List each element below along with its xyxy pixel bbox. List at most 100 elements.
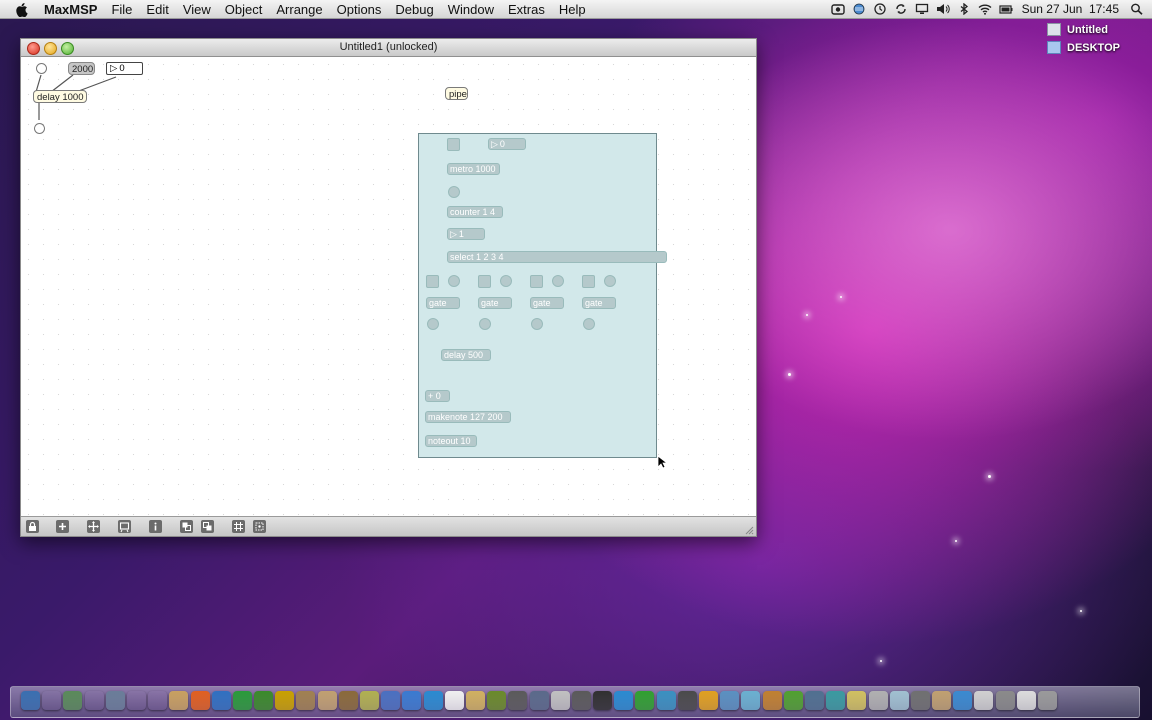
desktop-item-untitled[interactable]: Untitled	[1047, 23, 1108, 36]
delay-object[interactable]: delay 1000	[33, 90, 87, 103]
pipe-object[interactable]: pipe	[445, 87, 468, 100]
menu-arrange[interactable]: Arrange	[276, 2, 322, 17]
sync-icon[interactable]	[894, 3, 908, 15]
menu-extras[interactable]: Extras	[508, 2, 545, 17]
dock-app-icon[interactable]	[1038, 691, 1057, 710]
subpatch-panel[interactable]: ▷ 0 metro 1000 counter 1 4 ▷ 1 select 1 2 …	[418, 133, 667, 458]
toggle-button-top[interactable]	[36, 63, 47, 74]
delay-object-sub[interactable]: delay 500	[441, 349, 491, 361]
dock-app-icon[interactable]	[105, 691, 125, 710]
menu-help[interactable]: Help	[559, 2, 586, 17]
dock-app-icon[interactable]	[190, 691, 210, 710]
number-box-zero[interactable]: ▷ 0	[106, 62, 143, 75]
dock-app-icon[interactable]	[953, 691, 973, 710]
dock-app-icon[interactable]	[317, 691, 337, 710]
number-box-interval[interactable]: ▷ 0	[488, 138, 526, 150]
dock-app-icon[interactable]	[211, 691, 231, 710]
metro-object[interactable]: metro 1000	[447, 163, 500, 175]
dock-app-icon[interactable]	[593, 691, 613, 710]
number-box-2000[interactable]: 2000	[68, 62, 95, 75]
dock-app-icon[interactable]	[338, 691, 358, 710]
gate-object-1[interactable]: gate	[426, 297, 460, 309]
lock-icon[interactable]	[26, 520, 39, 533]
dock-app-icon[interactable]	[932, 691, 952, 710]
noteout-object[interactable]: noteout 10	[425, 435, 477, 447]
dock-app-icon[interactable]	[720, 691, 740, 710]
video-icon[interactable]	[830, 3, 845, 15]
bang-metro[interactable]	[448, 186, 460, 198]
minimize-window-button[interactable]	[44, 42, 57, 55]
bluetooth-icon[interactable]	[957, 2, 971, 16]
apple-icon[interactable]	[14, 1, 30, 17]
toggle-gate-3[interactable]	[530, 275, 543, 288]
bang-gate-2[interactable]	[500, 275, 512, 287]
dock-app-icon[interactable]	[127, 691, 146, 710]
dock-app-icon[interactable]	[571, 691, 591, 710]
dock-app-icon[interactable]	[63, 691, 83, 710]
dock-app-icon[interactable]	[550, 691, 570, 710]
gate-object-2[interactable]: gate	[478, 297, 512, 309]
bang-gate-1[interactable]	[448, 275, 460, 287]
zoom-window-button[interactable]	[61, 42, 74, 55]
desktop-item-desktop[interactable]: DESKTOP	[1047, 41, 1120, 54]
bang-button-output[interactable]	[34, 123, 45, 134]
inspector-icon[interactable]	[149, 520, 162, 533]
dock-app-icon[interactable]	[783, 691, 803, 710]
app-menu[interactable]: MaxMSP	[44, 2, 97, 17]
bang-out-2[interactable]	[479, 318, 491, 330]
move-icon[interactable]	[87, 520, 100, 533]
dock-app-icon[interactable]	[423, 691, 443, 710]
bang-out-3[interactable]	[531, 318, 543, 330]
dock-app-icon[interactable]	[847, 691, 867, 710]
display-icon[interactable]	[915, 3, 929, 15]
dock-app-icon[interactable]	[826, 691, 846, 710]
gate-object-3[interactable]: gate	[530, 297, 564, 309]
dock-app-icon[interactable]	[444, 691, 464, 710]
bang-gate-4[interactable]	[604, 275, 616, 287]
dock-app-icon[interactable]	[508, 691, 528, 710]
dock-app-icon[interactable]	[677, 691, 697, 710]
dock-app-icon[interactable]	[148, 691, 167, 710]
spotlight-icon[interactable]	[1130, 3, 1144, 15]
dock-app-icon[interactable]	[169, 691, 189, 710]
new-object-icon[interactable]	[56, 520, 69, 533]
bang-gate-3[interactable]	[552, 275, 564, 287]
resize-grip-icon[interactable]	[744, 525, 754, 535]
dock-app-icon[interactable]	[254, 691, 274, 710]
dock-app-icon[interactable]	[804, 691, 824, 710]
window-titlebar[interactable]: Untitled1 (unlocked)	[21, 39, 756, 57]
counter-object[interactable]: counter 1 4	[447, 206, 503, 218]
select-object[interactable]: select 1 2 3 4	[447, 251, 667, 263]
menu-edit[interactable]: Edit	[146, 2, 168, 17]
grid-icon[interactable]	[232, 520, 245, 533]
dock-app-icon[interactable]	[465, 691, 485, 710]
dock-app-icon[interactable]	[974, 691, 994, 710]
gate-object-4[interactable]: gate	[582, 297, 616, 309]
dock-app-icon[interactable]	[762, 691, 782, 710]
bang-out-4[interactable]	[583, 318, 595, 330]
globe-icon[interactable]	[852, 3, 866, 15]
presentation-icon[interactable]	[118, 520, 131, 533]
toggle-gate-1[interactable]	[426, 275, 439, 288]
number-box-count[interactable]: ▷ 1	[447, 228, 485, 240]
arrange-back-icon[interactable]	[201, 520, 214, 533]
close-window-button[interactable]	[27, 42, 40, 55]
arrange-front-icon[interactable]	[180, 520, 193, 533]
dock-app-icon[interactable]	[635, 691, 655, 710]
snap-grid-icon[interactable]	[253, 520, 266, 533]
battery-icon[interactable]	[998, 3, 1013, 15]
dock-app-icon[interactable]	[868, 691, 888, 710]
menu-window[interactable]: Window	[448, 2, 494, 17]
dock-app-icon[interactable]	[402, 691, 422, 710]
menu-debug[interactable]: Debug	[395, 2, 433, 17]
dock-app-icon[interactable]	[995, 691, 1015, 710]
dock-app-icon[interactable]	[275, 691, 295, 710]
bang-out-1[interactable]	[427, 318, 439, 330]
menu-options[interactable]: Options	[337, 2, 382, 17]
dock-app-icon[interactable]	[1016, 691, 1036, 710]
patch-canvas[interactable]: 2000 ▷ 0 delay 1000 pipe ▷ 0 metro 1000 co…	[21, 57, 756, 516]
volume-icon[interactable]	[936, 3, 950, 15]
plus-zero-object[interactable]: + 0	[425, 390, 450, 402]
dock-app-icon[interactable]	[85, 691, 104, 710]
dock-app-icon[interactable]	[699, 691, 718, 710]
